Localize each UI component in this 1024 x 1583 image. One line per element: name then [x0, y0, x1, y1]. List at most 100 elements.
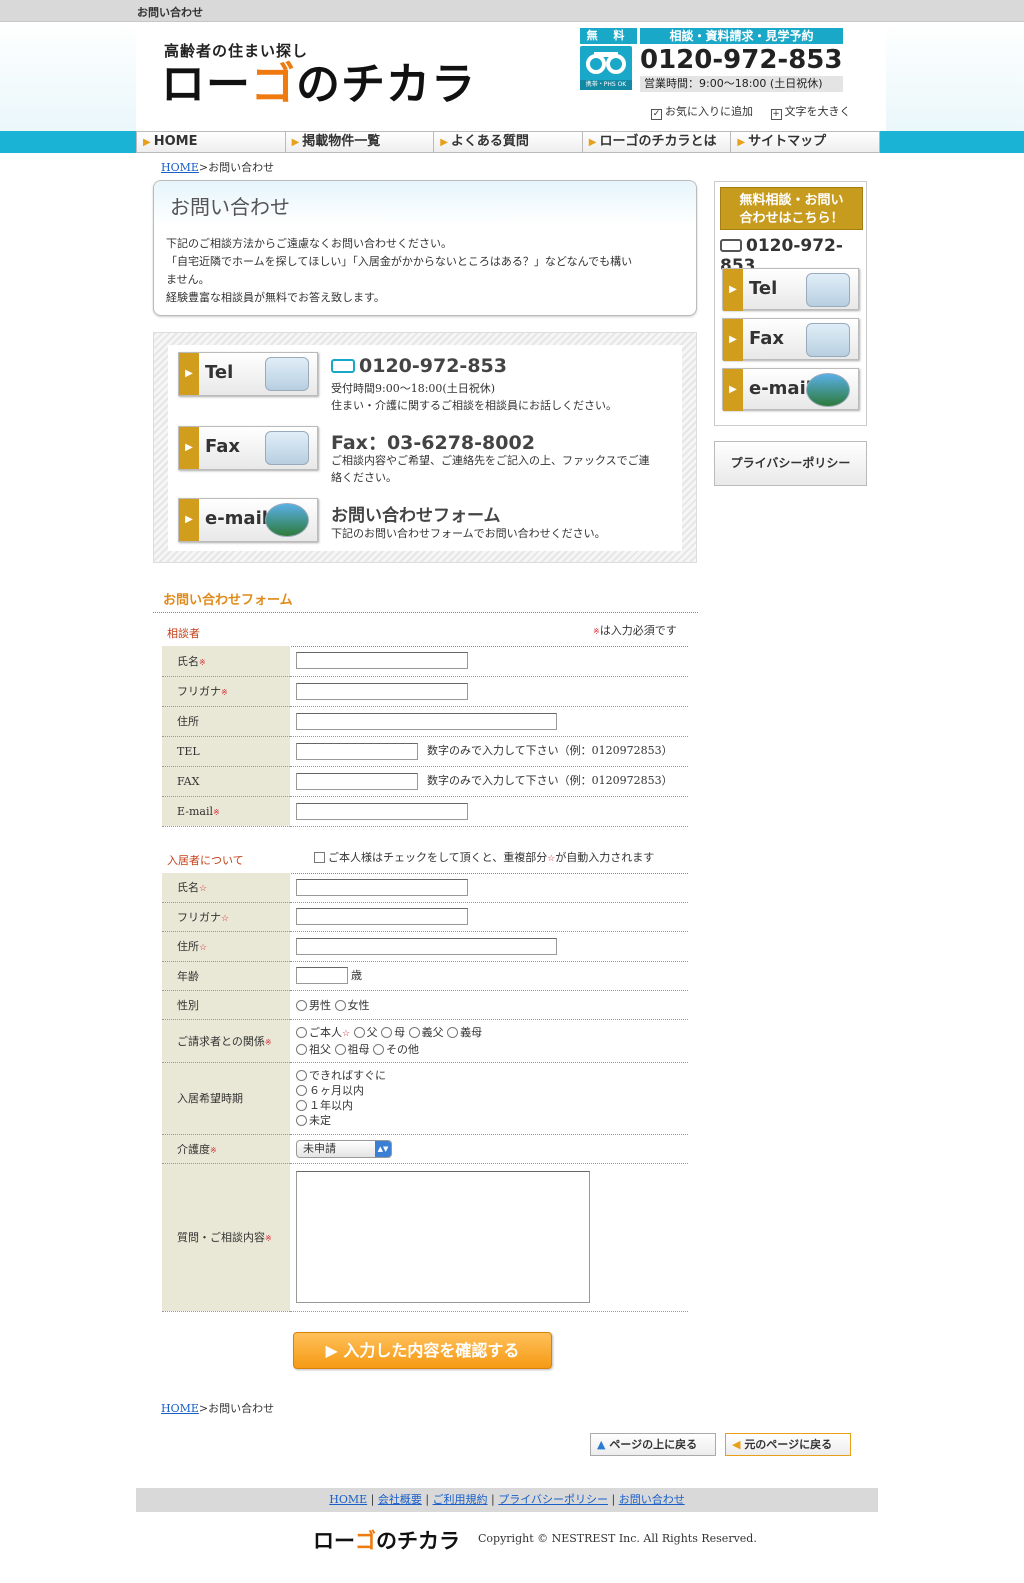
- footer-link-terms[interactable]: ご利用規約: [433, 1493, 488, 1506]
- timing-undecided-radio[interactable]: 未定: [296, 1113, 688, 1128]
- timing-1year-radio[interactable]: １年以内: [296, 1098, 688, 1113]
- care-level-select[interactable]: 未申請 ▲▼: [296, 1139, 392, 1158]
- add-favorite-label: お気に入りに追加: [665, 105, 753, 118]
- relation-father-radio[interactable]: 父: [353, 1025, 378, 1039]
- breadcrumb-home-link[interactable]: HOME: [161, 1402, 199, 1415]
- resident-address-input[interactable]: [296, 937, 557, 955]
- fax-label: FAX: [177, 774, 200, 788]
- form-title: お問い合わせフォーム: [163, 593, 293, 608]
- confirm-submit-button[interactable]: ▶ 入力した内容を確認する: [293, 1332, 552, 1369]
- sidebar-email-label: e-mail: [749, 378, 812, 399]
- nav-listings[interactable]: ▶ 掲載物件一覧: [285, 132, 435, 152]
- self-checkbox[interactable]: [314, 852, 325, 863]
- chevron-updown-icon: ▲▼: [375, 1140, 391, 1157]
- table-row: FAX 数字のみで入力して下さい（例：0120972853）: [162, 766, 688, 797]
- site-logo[interactable]: ローゴのチカラ: [161, 60, 476, 110]
- star-mark: ☆: [199, 884, 208, 895]
- arrow-right-icon: ▶: [179, 427, 199, 469]
- back-button[interactable]: ◀ 元のページに戻る: [725, 1433, 851, 1456]
- tel-desc: 住まい・介護に関するご相談を相談員にお話しください。: [331, 399, 617, 412]
- age-label: 年齢: [177, 969, 199, 983]
- question-textarea[interactable]: [296, 1171, 590, 1303]
- fax-desc: 絡ください。: [331, 471, 397, 484]
- tel-hours: 受付時間9:00〜18:00(土日祝休): [331, 382, 495, 395]
- freedial-icon: 携帯・PHS OK: [580, 46, 632, 90]
- consultant-address-input[interactable]: [296, 712, 557, 730]
- freedial-icon: [331, 359, 355, 373]
- consultant-name-input[interactable]: [296, 652, 468, 670]
- sidebar-fax-button[interactable]: ▶ Fax: [722, 318, 859, 361]
- sidebar-email-button[interactable]: ▶ e-mail: [722, 368, 859, 411]
- radio-icon: [296, 1115, 307, 1126]
- consultant-fax-input[interactable]: [296, 772, 418, 790]
- consultant-section-label: 相談者: [167, 627, 200, 640]
- footer-link-home[interactable]: HOME: [329, 1493, 367, 1506]
- add-favorite-link[interactable]: ✓ お気に入りに追加: [651, 103, 753, 120]
- address-label: 住所: [177, 940, 199, 953]
- fax-button[interactable]: ▶ Fax: [178, 426, 318, 470]
- fax-desc: ご相談内容やご希望、ご連絡先をご記入の上、ファックスでご連: [331, 454, 650, 467]
- breadcrumb-separator: >: [198, 161, 209, 174]
- resident-section-label: 入居者について: [167, 854, 244, 867]
- gender-female-radio[interactable]: 女性: [334, 999, 370, 1012]
- footer-link-contact[interactable]: お問い合わせ: [619, 1493, 685, 1506]
- form-method-title: お問い合わせフォーム: [331, 506, 501, 526]
- question-label: 質問・ご相談内容: [177, 1231, 265, 1244]
- self-check-text: ご本人様はチェックをして頂くと、重複部分: [328, 851, 548, 864]
- timing-6months-radio[interactable]: ６ヶ月以内: [296, 1083, 688, 1098]
- utility-links: ✓ お気に入りに追加 + 文字を大きく: [651, 103, 865, 120]
- relation-mil-radio[interactable]: 義母: [447, 1026, 482, 1039]
- footer-link-company[interactable]: 会社概要: [378, 1493, 422, 1506]
- nav-about-label: ローゴのチカラとは: [599, 134, 717, 149]
- relation-gf-radio[interactable]: 祖父: [296, 1043, 331, 1056]
- self-check[interactable]: ご本人様はチェックをして頂くと、重複部分☆が自動入力されます: [314, 849, 654, 865]
- consultant-kana-input[interactable]: [296, 682, 468, 700]
- relation-other-radio[interactable]: その他: [373, 1043, 419, 1056]
- sidebar-tel-button[interactable]: ▶ Tel: [722, 268, 859, 311]
- intro-box: お問い合わせ 下記のご相談方法からご遠慮なくお問い合わせください。 「自宅近隣で…: [153, 180, 697, 316]
- footer-logo-c: のチカラ: [376, 1529, 460, 1553]
- divider: [153, 612, 698, 613]
- required-note-text: は入力必須です: [599, 624, 677, 637]
- nav-about[interactable]: ▶ ローゴのチカラとは: [582, 132, 732, 152]
- sidebar-contact: 無料相談・お問い 合わせはこちら！ 0120-972-853 ▶ Tel ▶ Fax …: [714, 181, 867, 426]
- footer-logo-b: ゴ: [355, 1529, 376, 1553]
- email-button[interactable]: ▶ e-mail: [178, 498, 318, 542]
- font-size-link[interactable]: + 文字を大きく: [770, 103, 851, 120]
- breadcrumb: HOME>お問い合わせ: [161, 159, 274, 175]
- nav-faq[interactable]: ▶ よくある質問: [434, 132, 583, 152]
- relation-fil-radio[interactable]: 義父: [408, 1026, 444, 1039]
- gender-male-radio[interactable]: 男性: [296, 999, 331, 1012]
- tel-button[interactable]: ▶ Tel: [178, 352, 318, 396]
- relation-gm-radio[interactable]: 祖母: [334, 1043, 370, 1056]
- breadcrumb-home-link[interactable]: HOME: [161, 161, 199, 174]
- nav-home[interactable]: ▶ HOME: [137, 132, 286, 152]
- consultant-tel-input[interactable]: [296, 742, 418, 760]
- privacy-policy-button[interactable]: プライバシーポリシー: [714, 441, 867, 486]
- age-input[interactable]: [296, 967, 348, 985]
- radio-label: 父: [366, 1025, 378, 1039]
- intro-text: 下記のご相談方法からご遠慮なくお問い合わせください。 「自宅近隣でホームを探して…: [154, 225, 696, 317]
- nav-sitemap[interactable]: ▶ サイトマップ: [731, 132, 879, 152]
- consultant-email-input[interactable]: [296, 802, 468, 820]
- page-top-button[interactable]: ▲ ページの上に戻る: [590, 1433, 716, 1456]
- arrow-right-icon: ▶: [440, 137, 448, 148]
- field-cell: できればすぐに ６ヶ月以内 １年以内 未定: [290, 1062, 688, 1135]
- field-label: 性別: [162, 990, 290, 1020]
- footer-link-privacy[interactable]: プライバシーポリシー: [498, 1493, 608, 1506]
- resident-name-input[interactable]: [296, 878, 468, 896]
- resident-kana-input[interactable]: [296, 908, 468, 925]
- tel-label: TEL: [177, 744, 200, 758]
- radio-icon: [353, 1026, 365, 1038]
- resident-table: 氏名☆ フリガナ☆ 住所☆ 年齢歳 性別 男性 女性 ご請求者との関係※ ご本人☆…: [162, 873, 688, 1312]
- timing-soon-radio[interactable]: できればすぐに: [296, 1068, 688, 1083]
- radio-icon: [373, 1043, 384, 1055]
- relation-self-radio[interactable]: ご本人☆: [296, 1026, 350, 1039]
- field-label: 年齢: [162, 961, 290, 991]
- field-cell: [290, 902, 688, 932]
- required-mark: ※: [265, 1234, 272, 1243]
- radio-icon: [296, 1070, 307, 1081]
- breadcrumb-bottom: HOME>お問い合わせ: [161, 1400, 274, 1416]
- relation-mother-radio[interactable]: 母: [381, 1026, 405, 1039]
- radio-label: ６ヶ月以内: [309, 1084, 364, 1097]
